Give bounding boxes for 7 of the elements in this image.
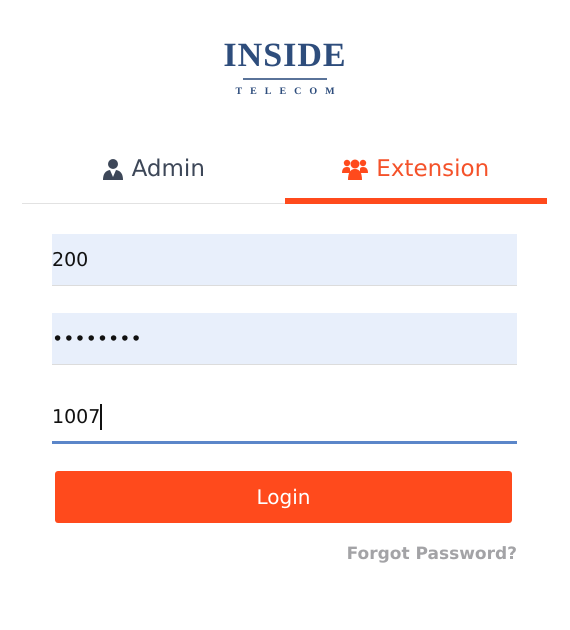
user-icon bbox=[102, 158, 124, 180]
input-field[interactable]: •••••••• bbox=[52, 313, 517, 365]
input-field[interactable]: 200 bbox=[52, 234, 517, 286]
logo-tagline: TELECOM bbox=[234, 86, 343, 97]
login-tab[interactable]: Admin bbox=[22, 148, 284, 204]
logo-wordmark: INSIDE bbox=[223, 38, 347, 74]
users-icon bbox=[342, 158, 368, 180]
